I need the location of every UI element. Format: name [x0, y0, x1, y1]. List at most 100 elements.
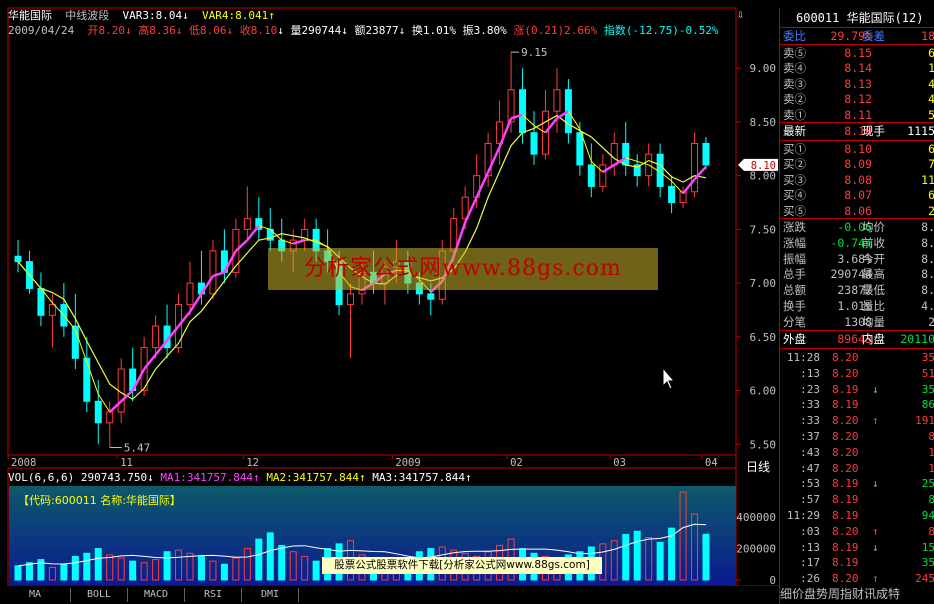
candle	[163, 304, 171, 359]
period-label[interactable]: 日线	[746, 458, 770, 475]
lock-icon[interactable]: ⇩	[737, 7, 744, 21]
watermark: 分析家公式网www.88gs.com	[268, 248, 658, 290]
tick-row: 11:28 8.20 35	[786, 351, 934, 364]
low-annotation: 5.47	[124, 441, 151, 454]
ask-level-2: 卖②8.124	[783, 92, 934, 107]
candle	[60, 283, 68, 337]
indicator-tabs: MA BOLL MACD RSI DMI	[0, 586, 779, 604]
var3-value: VAR3:8.04	[122, 9, 183, 22]
stat-row: 分笔1308均量2	[783, 314, 934, 329]
price-tick-label: 9.00	[750, 62, 777, 75]
amount-value: 额23877	[354, 24, 399, 37]
current-price-label: 8.10	[751, 160, 776, 172]
price-tick-label: 7.50	[750, 223, 777, 236]
candle	[347, 283, 355, 359]
tick-row: :478.201	[800, 461, 934, 475]
order-ratio-row: 委比 29.79% 委差 18	[783, 29, 934, 43]
ma2-value: MA2:341757.844	[266, 471, 360, 484]
vol-label: VOL(6,6,6)	[8, 471, 75, 484]
low-value: 低8.06	[188, 24, 227, 37]
volume-bar	[220, 563, 228, 581]
volume-bar	[14, 565, 22, 581]
tab-boll[interactable]: BOLL	[71, 588, 128, 602]
ask-level-5: 卖⑤8.156	[783, 46, 934, 60]
ad-banner[interactable]: 股票公式股票软件下载[分析家公式网www.88gs.com]	[322, 557, 602, 574]
change-value: 涨(0.21)2.66%	[513, 24, 598, 37]
time-tick-label: 03	[613, 457, 626, 469]
tab-dmi[interactable]: DMI	[242, 588, 299, 602]
tick-row: :17 8.19 35	[800, 556, 934, 570]
time-tick-label: 2009	[395, 457, 420, 469]
volume-bar	[312, 560, 320, 581]
bid-level-1: 买①8.106	[783, 142, 934, 156]
tick-row: :13 8.20 51	[800, 366, 934, 380]
bid-level-5: 买⑤8.062	[783, 203, 934, 218]
volume-bar	[702, 533, 710, 581]
volume-bar	[163, 551, 171, 581]
time-tick-label: 04	[705, 457, 718, 469]
candle	[610, 132, 618, 176]
candle	[496, 100, 504, 165]
volume-bar	[83, 552, 91, 581]
stat-row: 换手 1.01% 量比 4.	[783, 299, 934, 313]
date-label: 2009/04/24	[8, 24, 75, 37]
bid-level-3: 买③ 8.08 11	[783, 172, 934, 187]
candle	[83, 336, 91, 413]
tick-row: :438.201	[800, 445, 934, 459]
volume-bar	[25, 562, 33, 581]
volume-bar	[255, 538, 263, 581]
open-value: 开8.20	[87, 24, 125, 37]
candle	[702, 136, 710, 170]
volume-header: VOL(6,6,6) 290743.750↓ MA1:341757.844↑ M…	[8, 471, 472, 484]
volume-stock-info: 【代码:600011 名称:华能国际】	[18, 494, 181, 507]
tick-row: :13 8.19 ↓ 15	[800, 540, 934, 554]
candle	[541, 89, 549, 160]
candle	[599, 154, 607, 192]
price-tick-label: 6.50	[750, 331, 777, 344]
high-value: 高8.36	[138, 24, 176, 37]
index-value: 指数(-12.75)-0.52%	[603, 24, 719, 37]
volume-tick-label: 400000	[736, 511, 776, 524]
quote-summary-row: 2009/04/24 开8.20↓ 高8.36↓ 低8.06↓ 收8.10↓ 量…	[8, 24, 719, 37]
volume-bar	[94, 548, 102, 581]
close-value: 收8.10	[239, 24, 278, 37]
bid-level-2: 买②8.097	[783, 157, 934, 172]
tick-row: 11:29 8.19 94	[786, 509, 934, 522]
volume-bar	[633, 530, 641, 581]
bid-level-4: 买④8.076	[783, 188, 934, 203]
stat-row: 涨跌 -0.06 均价 8.	[783, 220, 934, 234]
price-tick-label: 5.50	[750, 438, 777, 451]
quote-panel: 600011 华能国际(12) 委比 29.79% 委差 18 卖⑤8.156卖…	[779, 8, 934, 604]
tab-macd[interactable]: MACD	[128, 588, 185, 602]
volume-value: 量290744	[290, 24, 342, 37]
var4-value: VAR4:8.041	[201, 9, 269, 22]
candle	[37, 272, 45, 327]
volume-bar	[129, 560, 137, 581]
panel-bottom-tabs[interactable]: 细价盘势周指财讯成特	[780, 585, 900, 602]
candle	[48, 293, 56, 348]
down-arrow-icon: ↓	[182, 9, 189, 22]
tick-row: :23 8.19 ↓ 35	[800, 382, 934, 396]
tab-ma[interactable]: MA	[0, 588, 71, 602]
tab-rsi[interactable]: RSI	[185, 588, 242, 602]
high-annotation: 9.15	[521, 46, 548, 59]
candle	[633, 154, 641, 187]
volume-bar	[60, 563, 68, 581]
stock-name: 华能国际	[8, 9, 52, 22]
time-tick-label: 12	[246, 457, 259, 469]
ask-level-3: 卖③8.134	[783, 76, 934, 91]
volume-bar	[266, 532, 274, 581]
indicator-name: 中线波段	[65, 9, 110, 22]
ma3-value: MA3:341757.844	[372, 471, 465, 484]
candle	[71, 293, 79, 370]
vol-value: 290743.750	[80, 471, 148, 484]
tick-row: :578.198	[800, 493, 934, 507]
tick-row: :33 8.20 ↑ 191	[800, 414, 934, 428]
candle	[691, 132, 699, 198]
candle	[255, 197, 263, 241]
candle	[220, 229, 228, 284]
stat-row: 总手 290744 最高 8.	[783, 267, 934, 282]
ma1-value: MA1:341757.844	[160, 471, 254, 484]
ask-level-4: 卖④8.141	[783, 61, 934, 76]
chart-title-row: 华能国际 中线波段 VAR3:8.04↓ VAR4:8.041↑	[8, 9, 275, 22]
